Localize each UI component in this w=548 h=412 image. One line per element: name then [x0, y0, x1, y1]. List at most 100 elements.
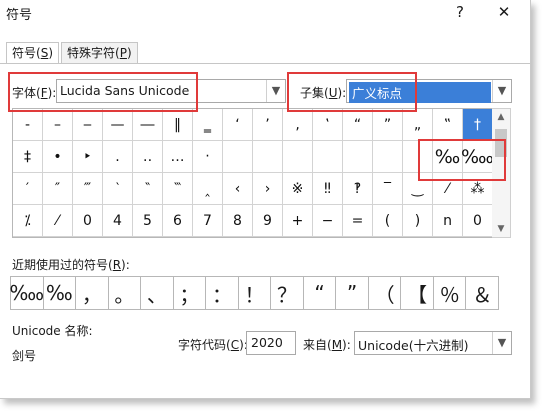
symbol-cell[interactable]: ‒: [73, 109, 103, 141]
symbol-cell[interactable]: 0: [73, 205, 103, 237]
symbol-cell[interactable]: −: [313, 205, 343, 237]
symbol-cell[interactable]: [253, 141, 283, 173]
recent-symbol-cell[interactable]: 【: [401, 277, 434, 310]
symbol-cell[interactable]: ‛: [313, 109, 343, 141]
tab-symbols[interactable]: 符号(S): [6, 42, 59, 65]
symbol-cell[interactable]: [403, 141, 433, 173]
symbol-cell[interactable]: ⁄: [433, 173, 463, 205]
tab-special-characters[interactable]: 特殊字符(P): [61, 42, 138, 63]
symbol-cell[interactable]: ‾: [373, 173, 403, 205]
symbol-cell[interactable]: ‘: [223, 109, 253, 141]
help-button[interactable]: ?: [450, 2, 470, 22]
recent-symbol-cell[interactable]: ‱: [9, 277, 44, 310]
symbol-cell[interactable]: ‹: [223, 173, 253, 205]
symbol-cell[interactable]: 9: [253, 205, 283, 237]
symbol-cell[interactable]: ‸: [193, 173, 223, 205]
recent-symbol-cell[interactable]: ！: [238, 277, 272, 310]
dialog-title: 符号: [6, 8, 33, 23]
scroll-up-icon[interactable]: ▲: [492, 109, 510, 125]
font-label-key: F: [40, 86, 48, 100]
char-code-input[interactable]: 2020: [246, 331, 296, 355]
recent-symbol-cell[interactable]: ？: [271, 277, 304, 310]
symbol-cell[interactable]: ′: [13, 173, 43, 205]
symbol-cell[interactable]: ‧: [193, 141, 223, 173]
symbol-cell[interactable]: ‟: [433, 109, 463, 141]
recent-symbol-cell[interactable]: ＆: [466, 277, 499, 310]
symbol-cell[interactable]: ․: [103, 141, 133, 173]
symbol-cell[interactable]: •: [43, 141, 73, 173]
recent-label-key: R: [112, 258, 122, 272]
symbol-cell[interactable]: †: [463, 109, 493, 141]
symbol-cell[interactable]: n: [433, 205, 463, 237]
symbol-cell[interactable]: +: [283, 205, 313, 237]
symbol-cell[interactable]: ‗: [193, 109, 223, 141]
chevron-down-icon[interactable]: ▼: [266, 80, 285, 102]
symbol-cell[interactable]: ‡: [13, 141, 43, 173]
symbol-cell[interactable]: [283, 141, 313, 173]
symbol-cell[interactable]: =: [343, 205, 373, 237]
symbol-cell[interactable]: –: [43, 109, 73, 141]
symbol-cell[interactable]: ’: [253, 109, 283, 141]
symbol-cell[interactable]: [223, 141, 253, 173]
symbol-cell[interactable]: ※: [283, 173, 313, 205]
symbol-cell[interactable]: —: [103, 109, 133, 141]
recent-symbol-cell[interactable]: ，: [76, 277, 109, 310]
symbol-cell[interactable]: “: [343, 109, 373, 141]
symbol-cell[interactable]: ⁒: [13, 205, 43, 237]
symbol-cell[interactable]: 4: [103, 205, 133, 237]
symbol-cell[interactable]: „: [403, 109, 433, 141]
symbol-cell[interactable]: 6: [163, 205, 193, 237]
scroll-down-icon[interactable]: ▼: [492, 221, 510, 237]
symbol-cell[interactable]: ‥: [133, 141, 163, 173]
symbol-cell[interactable]: ″: [43, 173, 73, 205]
symbol-cell[interactable]: ”: [373, 109, 403, 141]
recent-symbol-cell[interactable]: ％: [433, 277, 467, 310]
symbol-cell[interactable]: …: [163, 141, 193, 173]
symbol-cell[interactable]: [343, 141, 373, 173]
symbol-cell[interactable]: ‚: [283, 109, 313, 141]
symbol-cell[interactable]: ‷: [163, 173, 193, 205]
font-select[interactable]: Lucida Sans Unicode ▼: [56, 79, 286, 103]
symbol-cell[interactable]: ‣: [73, 141, 103, 173]
chevron-down-icon[interactable]: ▼: [492, 332, 511, 354]
recent-symbol-cell[interactable]: ‰: [43, 277, 77, 310]
symbol-cell[interactable]: ‼: [313, 173, 343, 205]
recent-symbol-cell[interactable]: “: [303, 277, 337, 310]
symbol-cell[interactable]: ›: [253, 173, 283, 205]
symbol-cell[interactable]: ‖: [163, 109, 193, 141]
from-select[interactable]: Unicode(十六进制) ▼: [354, 331, 512, 355]
symbol-cell[interactable]: 0: [463, 205, 493, 237]
symbol-cell[interactable]: [313, 141, 343, 173]
symbol-cell[interactable]: [373, 141, 403, 173]
symbol-cell[interactable]: 8: [223, 205, 253, 237]
symbol-cell[interactable]: ‽: [343, 173, 373, 205]
symbol-cell[interactable]: ‱: [461, 141, 494, 173]
symbol-cell[interactable]: ⁄: [43, 205, 73, 237]
chevron-down-icon[interactable]: ▼: [492, 80, 511, 102]
symbol-cell[interactable]: ‐: [13, 109, 43, 141]
subset-select[interactable]: 广义标点 ▼: [346, 79, 512, 103]
symbol-cell[interactable]: ‴: [73, 173, 103, 205]
close-button[interactable]: ✕: [494, 2, 514, 22]
symbol-cell[interactable]: (: [373, 205, 403, 237]
recent-symbol-cell[interactable]: 、: [141, 277, 174, 310]
symbol-cell[interactable]: ): [403, 205, 433, 237]
symbol-cell[interactable]: 7: [193, 205, 223, 237]
recent-symbol-cell[interactable]: ；: [173, 277, 207, 310]
symbol-cell[interactable]: 5: [133, 205, 163, 237]
recent-symbol-cell[interactable]: ：: [206, 277, 239, 310]
recent-symbol-cell[interactable]: ”: [336, 277, 369, 310]
font-label: 字体(F):: [12, 84, 56, 101]
symbol-dialog: 符号 ? ✕ 符号(S) 特殊字符(P) 字体(F): Lucida Sans …: [0, 0, 531, 399]
symbol-cell[interactable]: ―: [133, 109, 163, 141]
scroll-thumb[interactable]: [495, 129, 507, 157]
recent-symbol-cell[interactable]: （: [368, 277, 402, 310]
symbol-cell[interactable]: ‰: [433, 141, 463, 173]
symbol-cell[interactable]: ‶: [133, 173, 163, 205]
from-label-text: 来自(: [303, 338, 332, 352]
grid-scrollbar[interactable]: ▲ ▼: [492, 108, 511, 238]
symbol-cell[interactable]: ⁂: [463, 173, 493, 205]
symbol-cell[interactable]: ‵: [103, 173, 133, 205]
recent-symbol-cell[interactable]: 。: [108, 277, 142, 310]
symbol-cell[interactable]: ‿: [403, 173, 433, 205]
